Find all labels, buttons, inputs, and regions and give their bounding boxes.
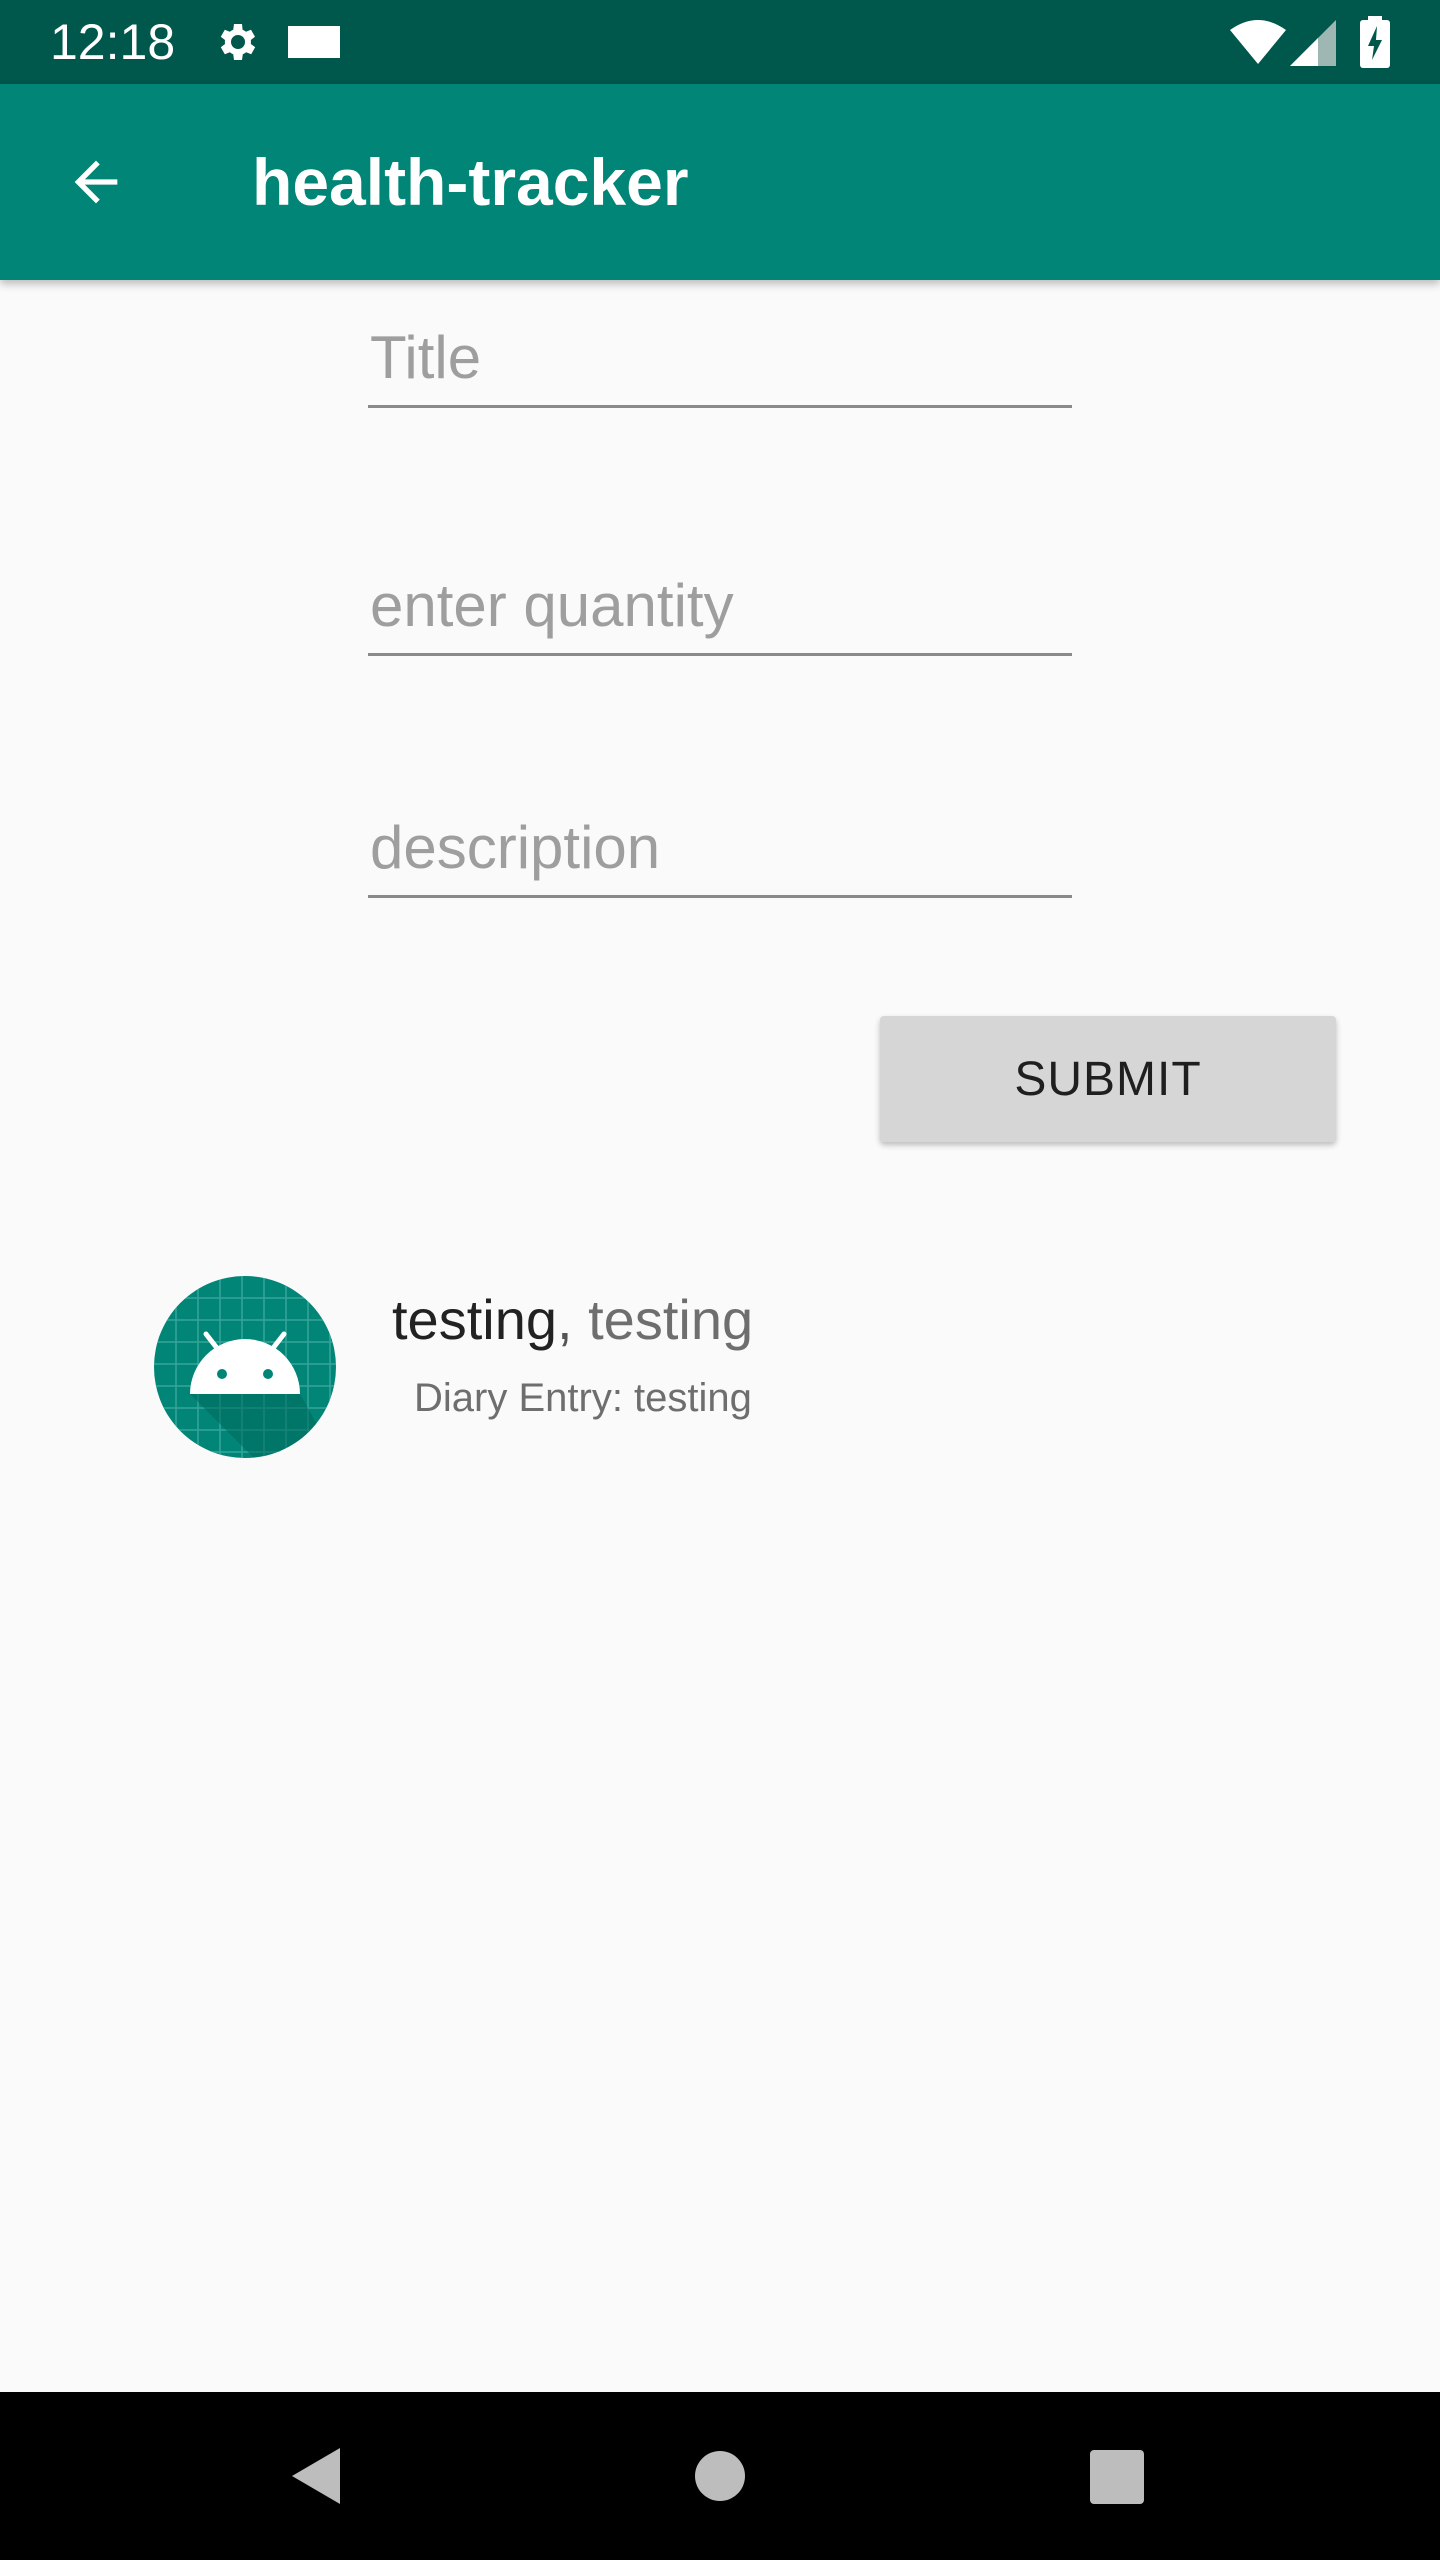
title-input[interactable]: Title — [368, 308, 1072, 408]
nav-home-icon[interactable] — [694, 2450, 746, 2502]
entry-title-main: testing — [392, 1288, 557, 1351]
status-time: 12:18 — [50, 14, 176, 70]
battery-charging-icon — [1360, 16, 1390, 68]
navigation-bar — [0, 2392, 1440, 2560]
nav-recents-icon[interactable] — [1090, 2450, 1144, 2504]
nav-back-icon[interactable] — [288, 2446, 344, 2506]
back-button[interactable] — [56, 142, 136, 222]
list-item[interactable]: testing, testing Diary Entry: testing — [150, 1270, 1300, 1460]
android-icon — [154, 1276, 336, 1458]
arrow-back-icon — [74, 160, 118, 204]
entry-title: testing, testing — [392, 1288, 753, 1352]
wifi-icon — [1230, 20, 1286, 64]
rectangle-notification-icon — [288, 26, 340, 58]
title-input-placeholder: Title — [370, 324, 482, 391]
entry-title-separator: , — [557, 1288, 573, 1351]
quantity-input[interactable]: enter quantity — [368, 556, 1072, 656]
status-bar: 12:18 — [0, 0, 1440, 84]
page-title: health-tracker — [252, 145, 689, 219]
app-bar: health-tracker — [0, 84, 1440, 280]
entry-detail: Diary Entry: testing — [414, 1376, 752, 1420]
description-input[interactable]: description — [368, 798, 1072, 898]
gear-icon — [220, 24, 256, 60]
entry-title-secondary: testing — [588, 1288, 754, 1351]
description-input-placeholder: description — [370, 814, 661, 881]
submit-button[interactable]: SUBMIT — [880, 1016, 1336, 1142]
quantity-input-placeholder: enter quantity — [370, 572, 734, 639]
signal-icon — [1290, 20, 1336, 66]
